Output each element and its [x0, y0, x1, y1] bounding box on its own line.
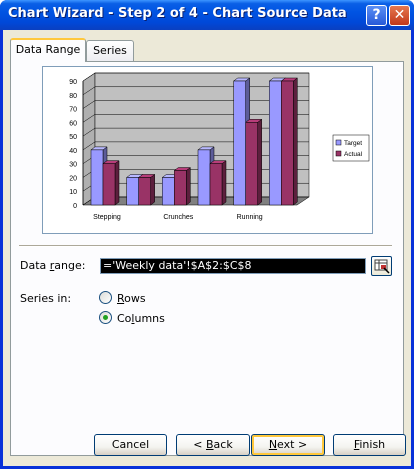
y-tick-label: 80: [69, 93, 77, 100]
tab-series[interactable]: Series: [86, 40, 134, 62]
radio-selected-dot: [103, 315, 108, 320]
dialog-body: Data Range Series 0 10 20 30 40 50 60 70 80 90 Ste…: [3, 30, 411, 466]
bar-side: [293, 77, 298, 206]
dialog-title: Chart Wizard - Step 2 of 4 - Chart Sourc…: [8, 6, 347, 21]
data-range-panel: 0 10 20 30 40 50 60 70 80 90 Stepping Crunches Runni…: [10, 61, 404, 456]
y-tick-label: 90: [69, 79, 77, 86]
title-bar[interactable]: Chart Wizard - Step 2 of 4 - Chart Sourc…: [0, 0, 414, 30]
bar-front: [162, 177, 175, 206]
chart-wizard-dialog: Chart Wizard - Step 2 of 4 - Chart Sourc…: [0, 0, 414, 469]
tab-data-range[interactable]: Data Range: [10, 38, 86, 62]
bar-actual: [209, 160, 227, 206]
rows-label[interactable]: Rows: [117, 292, 146, 305]
y-tick-label: 40: [69, 148, 77, 155]
bar-front: [269, 80, 282, 206]
bar-front: [102, 163, 116, 206]
columns-radio[interactable]: [99, 311, 112, 324]
legend-label: Target: [344, 140, 362, 147]
bar-front: [174, 170, 187, 206]
legend-swatch: [335, 150, 342, 157]
legend-swatch: [335, 139, 342, 146]
y-tick-label: 10: [69, 189, 77, 196]
finish-button[interactable]: Finish: [333, 434, 406, 456]
bar-front: [197, 149, 211, 206]
bar-side: [221, 160, 227, 206]
bar-actual: [244, 118, 263, 206]
y-tick-label: 0: [73, 203, 77, 210]
bar-front: [245, 122, 258, 206]
bar-actual: [173, 167, 192, 206]
cancel-button[interactable]: Cancel: [94, 434, 167, 456]
back-button[interactable]: < Back: [176, 434, 250, 456]
bar-front: [90, 149, 104, 206]
x-tick-label: Stepping: [93, 214, 121, 221]
close-button[interactable]: ✕: [389, 5, 410, 26]
y-tick-label: 70: [69, 107, 77, 114]
data-range-label: Data range:: [20, 259, 86, 272]
chart-preview: 0 10 20 30 40 50 60 70 80 90 Stepping Crunches Runni…: [42, 66, 373, 234]
help-button[interactable]: ?: [366, 5, 387, 26]
next-button[interactable]: Next >: [251, 434, 325, 456]
columns-label[interactable]: Columns: [117, 312, 165, 325]
range-select-icon: [374, 259, 390, 274]
bar-front: [281, 80, 294, 206]
x-tick-label: Running: [237, 214, 263, 221]
bar-front: [233, 80, 246, 206]
chart-svg: 0 10 20 30 40 50 60 70 80 90 Stepping Crunches Runni…: [69, 72, 370, 221]
bar-actual: [102, 160, 120, 206]
series-in-label: Series in:: [20, 292, 72, 305]
separator: [19, 245, 392, 247]
bar-actual: [280, 77, 299, 206]
collapse-dialog-button[interactable]: [371, 256, 392, 276]
y-tick-label: 60: [69, 120, 77, 127]
bar-side: [186, 167, 191, 206]
bar-side: [257, 118, 262, 206]
rows-radio[interactable]: [99, 291, 112, 304]
bar-side: [150, 173, 155, 206]
data-range-input[interactable]: ='Weekly data'!$A$2:$C$8: [100, 258, 366, 274]
y-tick-label: 30: [69, 162, 77, 169]
y-tick-label: 50: [69, 134, 77, 141]
bar-actual: [137, 173, 156, 206]
bar-front: [126, 177, 139, 206]
legend-label: Actual: [344, 151, 363, 158]
bar-front: [138, 177, 151, 206]
bar-front: [209, 163, 223, 206]
bar-side: [114, 160, 120, 206]
x-tick-label: Crunches: [163, 214, 193, 221]
y-tick-label: 20: [69, 175, 77, 182]
